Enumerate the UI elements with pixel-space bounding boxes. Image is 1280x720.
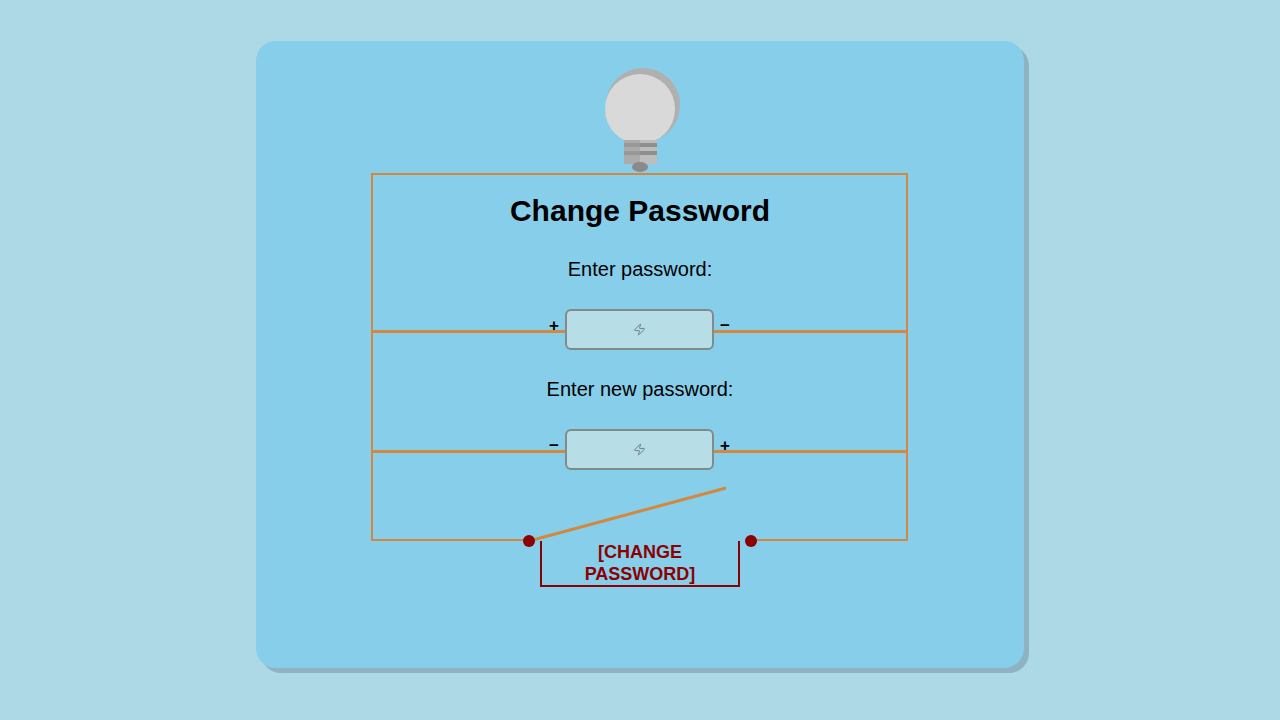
title: Change Password	[256, 192, 1024, 230]
wire	[372, 450, 565, 453]
circuit-frame	[371, 173, 908, 541]
field-row: +−	[372, 309, 907, 350]
field-label: Enter password:	[256, 257, 1024, 281]
polarity-sign: +	[719, 436, 731, 456]
polarity-sign: −	[548, 436, 560, 456]
card: Change PasswordEnter password:+−Enter ne…	[256, 41, 1024, 668]
wire	[714, 450, 907, 453]
bulb-icon	[600, 65, 680, 175]
change-password-button[interactable]: [CHANGE PASSWORD]	[540, 541, 740, 587]
page: Change PasswordEnter password:+−Enter ne…	[0, 0, 1280, 720]
wire	[751, 539, 908, 541]
field-label: Enter new password:	[256, 377, 1024, 401]
polarity-sign: +	[548, 316, 560, 336]
polarity-sign: −	[719, 316, 731, 336]
battery-icon	[633, 323, 646, 336]
field-row: −+	[372, 429, 907, 470]
battery-icon	[633, 443, 646, 456]
password-input[interactable]	[565, 429, 714, 470]
password-input[interactable]	[565, 309, 714, 350]
wire	[372, 330, 565, 333]
wire	[371, 539, 529, 541]
wire	[714, 330, 907, 333]
